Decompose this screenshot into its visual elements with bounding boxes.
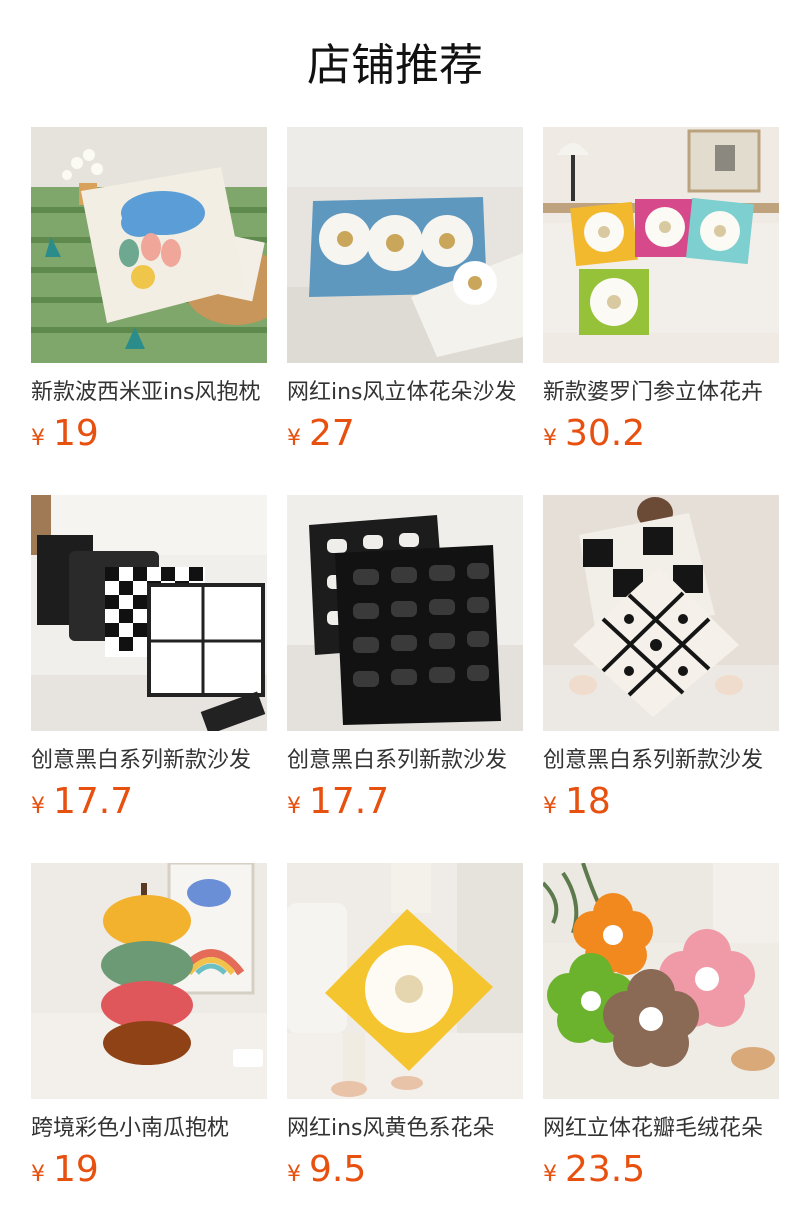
product-card[interactable]: 创意黑白系列新款沙发 ¥ 18	[543, 495, 779, 824]
currency-symbol: ¥	[31, 426, 45, 451]
product-price: ¥ 23.5	[543, 1148, 779, 1192]
product-image-checker-pillows[interactable]	[31, 495, 267, 731]
product-image-tufted-pillows[interactable]	[543, 495, 779, 731]
product-image-flower-cushions[interactable]	[543, 863, 779, 1099]
price-value: 19	[53, 1149, 99, 1190]
product-card[interactable]: 跨境彩色小南瓜抱枕 ¥ 19	[31, 863, 267, 1192]
product-price: ¥ 9.5	[287, 1148, 523, 1192]
currency-symbol: ¥	[543, 426, 557, 451]
product-card[interactable]: 网红立体花瓣毛绒花朵 ¥ 23.5	[543, 863, 779, 1192]
product-card[interactable]: 创意黑白系列新款沙发 ¥ 17.7	[287, 495, 523, 824]
product-image-daisy-pillow-set[interactable]	[543, 127, 779, 363]
product-card[interactable]: 新款婆罗门参立体花卉 ¥ 30.2	[543, 127, 779, 456]
price-value: 18	[565, 781, 611, 822]
price-value: 9.5	[309, 1149, 367, 1190]
currency-symbol: ¥	[543, 1162, 557, 1187]
product-name[interactable]: 创意黑白系列新款沙发	[31, 746, 267, 776]
product-image-woven-pillow[interactable]	[287, 495, 523, 731]
product-image-blue-daisy-pillow[interactable]	[287, 127, 523, 363]
product-price: ¥ 27	[287, 412, 523, 456]
price-value: 19	[53, 413, 99, 454]
product-card[interactable]: 网红ins风黄色系花朵 ¥ 9.5	[287, 863, 523, 1192]
currency-symbol: ¥	[31, 794, 45, 819]
currency-symbol: ¥	[31, 1162, 45, 1187]
product-price: ¥ 19	[31, 412, 267, 456]
product-name[interactable]: 网红立体花瓣毛绒花朵	[543, 1114, 779, 1144]
product-image-pumpkin-pillows[interactable]	[31, 863, 267, 1099]
price-value: 17.7	[53, 781, 134, 822]
price-value: 23.5	[565, 1149, 646, 1190]
product-name[interactable]: 网红ins风立体花朵沙发	[287, 378, 523, 408]
product-card[interactable]: 创意黑白系列新款沙发 ¥ 17.7	[31, 495, 267, 824]
page-title: 店铺推荐	[307, 40, 483, 91]
product-price: ¥ 19	[31, 1148, 267, 1192]
price-value: 30.2	[565, 413, 646, 454]
product-image-yellow-daisy-pillow[interactable]	[287, 863, 523, 1099]
currency-symbol: ¥	[287, 1162, 301, 1187]
product-price: ¥ 17.7	[287, 780, 523, 824]
currency-symbol: ¥	[287, 426, 301, 451]
currency-symbol: ¥	[543, 794, 557, 819]
product-name[interactable]: 创意黑白系列新款沙发	[543, 746, 779, 776]
product-name[interactable]: 创意黑白系列新款沙发	[287, 746, 523, 776]
product-name[interactable]: 网红ins风黄色系花朵	[287, 1114, 523, 1144]
price-value: 27	[309, 413, 355, 454]
product-card[interactable]: 新款波西米亚ins风抱枕 ¥ 19	[31, 127, 267, 456]
currency-symbol: ¥	[287, 794, 301, 819]
product-image-cloud-pillow[interactable]	[31, 127, 267, 363]
product-name[interactable]: 新款婆罗门参立体花卉	[543, 378, 779, 408]
product-price: ¥ 30.2	[543, 412, 779, 456]
product-card[interactable]: 网红ins风立体花朵沙发 ¥ 27	[287, 127, 523, 456]
product-price: ¥ 17.7	[31, 780, 267, 824]
product-price: ¥ 18	[543, 780, 779, 824]
price-value: 17.7	[309, 781, 390, 822]
product-name[interactable]: 新款波西米亚ins风抱枕	[31, 378, 267, 408]
product-name[interactable]: 跨境彩色小南瓜抱枕	[31, 1114, 267, 1144]
